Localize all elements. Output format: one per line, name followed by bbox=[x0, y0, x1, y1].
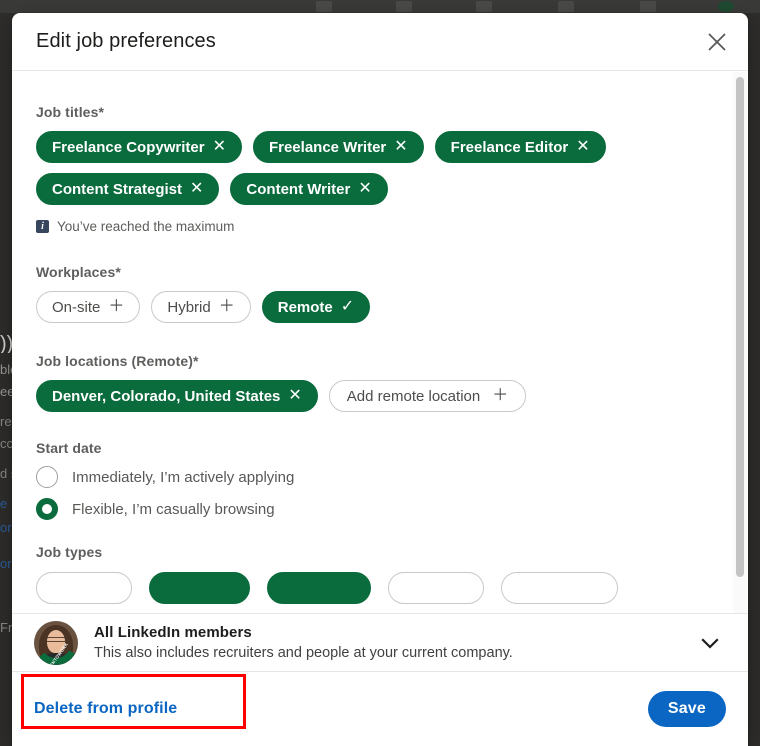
chevron-down-icon bbox=[699, 632, 721, 654]
save-button[interactable]: Save bbox=[648, 691, 726, 727]
workplaces-label: Workplaces* bbox=[36, 264, 724, 280]
top-navbar bbox=[0, 0, 760, 13]
remove-icon[interactable]: ✕ bbox=[358, 181, 371, 197]
radio-label: Flexible, I’m casually browsing bbox=[72, 501, 275, 518]
job-type-chip[interactable] bbox=[36, 572, 132, 604]
delete-from-profile-button[interactable]: Delete from profile bbox=[34, 700, 177, 718]
remove-icon[interactable]: ✕ bbox=[213, 139, 226, 155]
modal-scrollbar-track[interactable] bbox=[733, 72, 747, 613]
radio-icon-selected[interactable] bbox=[36, 498, 58, 520]
job-titles-hint: i You’ve reached the maximum bbox=[36, 219, 724, 234]
add-icon: ＋ bbox=[219, 299, 235, 315]
workplace-chip-hybrid[interactable]: Hybrid ＋ bbox=[151, 291, 250, 323]
edit-job-preferences-modal: Edit job preferences Job titles* Freelan… bbox=[12, 13, 748, 746]
section-job-titles: Job titles* Freelance Copywriter ✕ Freel… bbox=[36, 104, 724, 234]
avatar[interactable]: #OPENTOWORK bbox=[34, 621, 78, 665]
section-job-locations: Job locations (Remote)* Denver, Colorado… bbox=[36, 353, 724, 412]
job-types-chip-row bbox=[36, 572, 724, 604]
radio-icon[interactable] bbox=[36, 466, 58, 488]
job-type-chip[interactable] bbox=[388, 572, 484, 604]
job-titles-label: Job titles* bbox=[36, 104, 724, 120]
add-icon: ＋ bbox=[108, 299, 124, 315]
chip-label: Remote bbox=[278, 300, 333, 315]
job-locations-label: Job locations (Remote)* bbox=[36, 353, 724, 369]
chip-label: Denver, Colorado, United States bbox=[52, 389, 280, 404]
workplace-chip-remote[interactable]: Remote ✓ bbox=[262, 291, 370, 323]
job-title-chip[interactable]: Freelance Copywriter ✕ bbox=[36, 131, 242, 163]
modal-body: Job titles* Freelance Copywriter ✕ Freel… bbox=[12, 72, 748, 613]
chip-label: Content Writer bbox=[246, 182, 350, 197]
chip-label: Freelance Editor bbox=[451, 140, 569, 155]
remove-icon[interactable]: ✕ bbox=[394, 139, 407, 155]
job-title-chip[interactable]: Content Strategist ✕ bbox=[36, 173, 219, 205]
info-icon: i bbox=[36, 220, 49, 233]
close-icon bbox=[706, 31, 728, 53]
chip-label: Hybrid bbox=[167, 300, 210, 315]
visibility-subtitle: This also includes recruiters and people… bbox=[94, 645, 513, 661]
nav-icon-add[interactable] bbox=[640, 1, 656, 12]
section-job-types: Job types bbox=[36, 544, 724, 604]
add-icon: ＋ bbox=[492, 388, 508, 404]
start-date-label: Start date bbox=[36, 440, 724, 456]
nav-icon-messaging[interactable] bbox=[316, 1, 332, 12]
visibility-bar: #OPENTOWORK All LinkedIn members This al… bbox=[12, 613, 748, 671]
nav-icon-send[interactable] bbox=[558, 1, 574, 12]
remove-icon[interactable]: ✕ bbox=[576, 139, 589, 155]
page-title: Edit job preferences bbox=[36, 30, 216, 53]
workplace-chip-on-site[interactable]: On-site ＋ bbox=[36, 291, 140, 323]
nav-icon-grid[interactable] bbox=[396, 1, 412, 12]
modal-scrollbar-thumb[interactable] bbox=[736, 77, 744, 577]
job-locations-chip-row: Denver, Colorado, United States ✕ Add re… bbox=[36, 380, 724, 412]
chip-label: On-site bbox=[52, 300, 100, 315]
section-start-date: Start date Immediately, I’m actively app… bbox=[36, 440, 724, 520]
job-titles-chip-row: Freelance Copywriter ✕ Freelance Writer … bbox=[36, 131, 724, 205]
chip-label: Freelance Writer bbox=[269, 140, 386, 155]
chip-label: Add remote location bbox=[347, 389, 480, 404]
start-date-option-flexible[interactable]: Flexible, I’m casually browsing bbox=[36, 498, 724, 520]
workplaces-chip-row: On-site ＋ Hybrid ＋ Remote ✓ bbox=[36, 291, 724, 323]
close-button[interactable] bbox=[700, 25, 734, 59]
section-workplaces: Workplaces* On-site ＋ Hybrid ＋ Remote ✓ bbox=[36, 264, 724, 323]
check-icon: ✓ bbox=[341, 299, 354, 315]
backdrop-right-column bbox=[746, 13, 760, 746]
visibility-text-group: All LinkedIn members This also includes … bbox=[94, 624, 513, 661]
add-remote-location-button[interactable]: Add remote location ＋ bbox=[329, 380, 526, 412]
job-title-chip[interactable]: Content Writer ✕ bbox=[230, 173, 387, 205]
job-title-chip[interactable]: Freelance Writer ✕ bbox=[253, 131, 424, 163]
job-type-chip[interactable] bbox=[501, 572, 618, 604]
visibility-title: All LinkedIn members bbox=[94, 624, 513, 641]
chip-label: Content Strategist bbox=[52, 182, 182, 197]
nav-icon-profile[interactable] bbox=[718, 1, 734, 12]
radio-label: Immediately, I’m actively applying bbox=[72, 469, 294, 486]
remove-icon[interactable]: ✕ bbox=[190, 181, 203, 197]
chip-label: Freelance Copywriter bbox=[52, 140, 205, 155]
job-type-chip[interactable] bbox=[267, 572, 371, 604]
start-date-option-immediately[interactable]: Immediately, I’m actively applying bbox=[36, 466, 724, 488]
job-title-chip[interactable]: Freelance Editor ✕ bbox=[435, 131, 606, 163]
visibility-expand-button[interactable] bbox=[692, 625, 728, 661]
nav-icon-briefcase[interactable] bbox=[476, 1, 492, 12]
modal-header: Edit job preferences bbox=[12, 13, 748, 71]
job-location-chip[interactable]: Denver, Colorado, United States ✕ bbox=[36, 380, 318, 412]
job-types-label: Job types bbox=[36, 544, 724, 560]
hint-text: You’ve reached the maximum bbox=[57, 219, 234, 234]
modal-footer: Delete from profile Save bbox=[12, 671, 748, 746]
remove-icon[interactable]: ✕ bbox=[288, 388, 301, 404]
job-type-chip[interactable] bbox=[149, 572, 250, 604]
